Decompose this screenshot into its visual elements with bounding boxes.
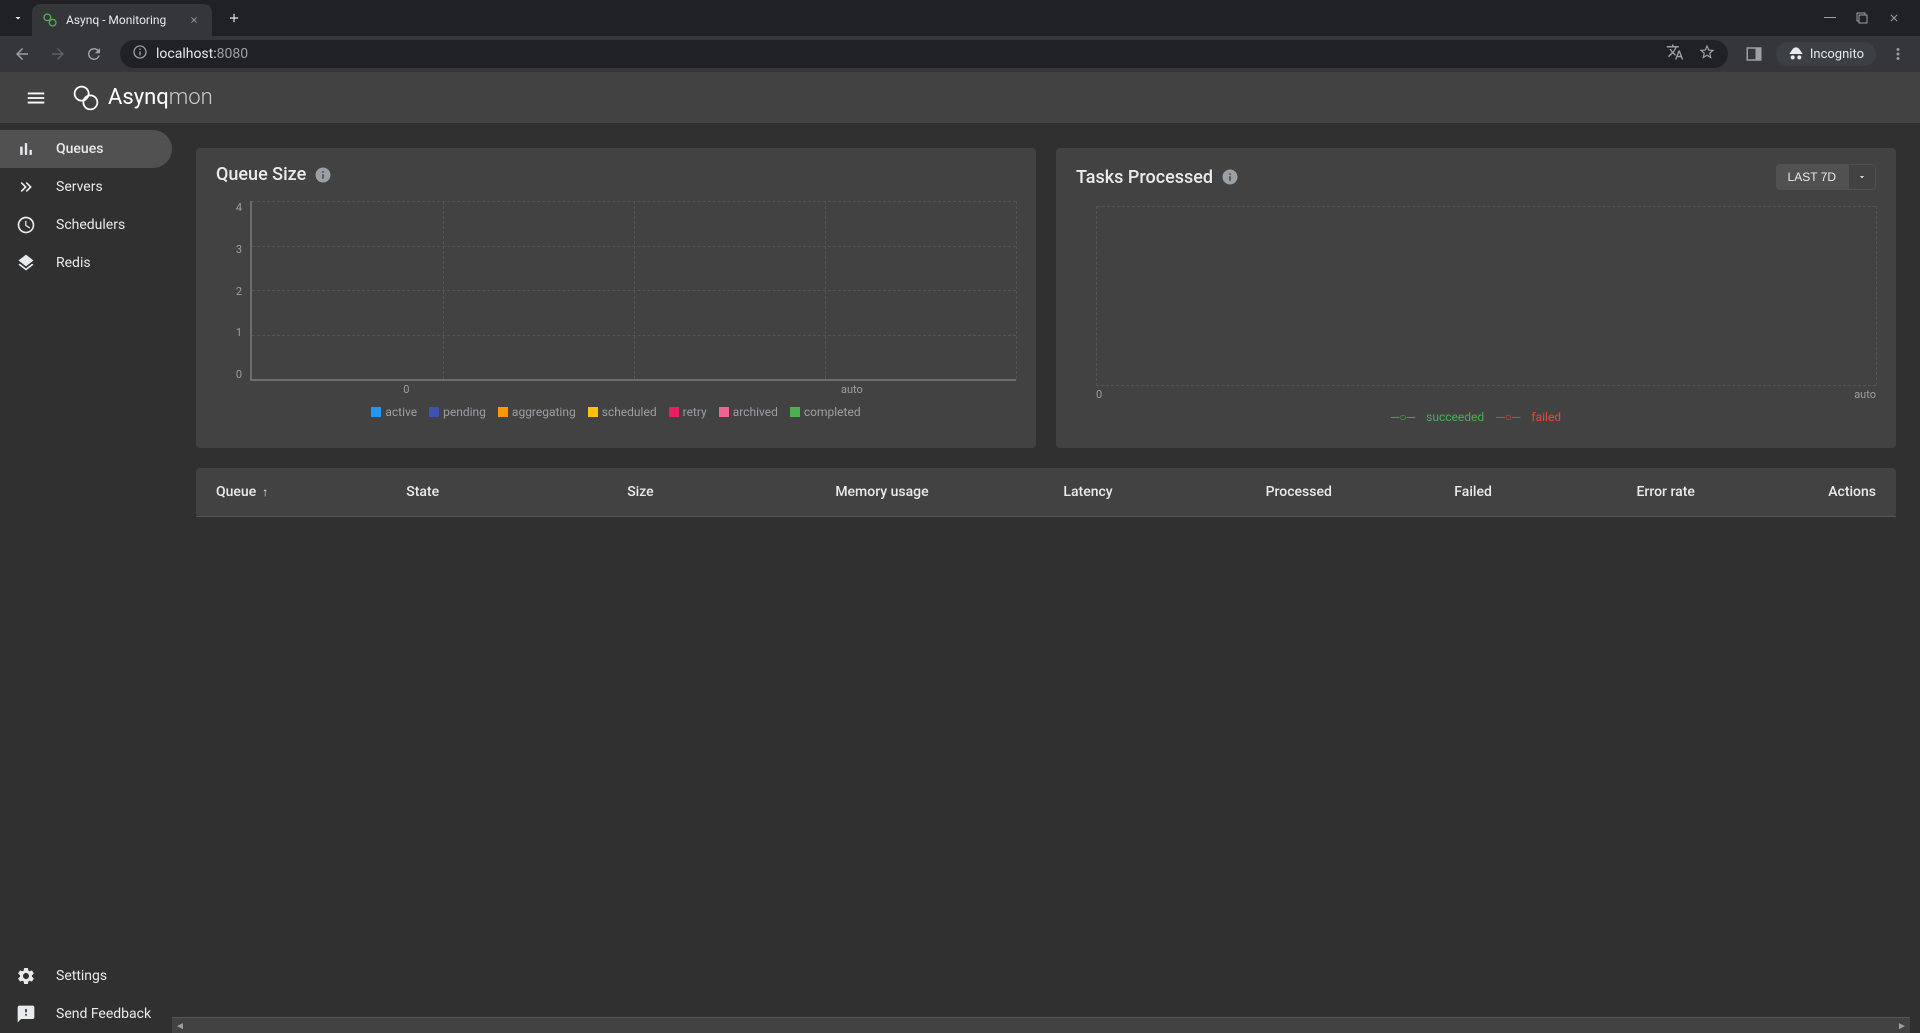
- column-failed[interactable]: Failed: [1352, 468, 1512, 517]
- queues-table-card: Queue↑ State Size Memory usage Latency P…: [196, 468, 1896, 517]
- column-size[interactable]: Size: [537, 468, 674, 517]
- legend-scheduled[interactable]: scheduled: [588, 405, 657, 419]
- sidebar-item-servers[interactable]: Servers: [0, 168, 172, 206]
- close-window-button[interactable]: [1888, 9, 1900, 28]
- sidebar-item-settings[interactable]: Settings: [0, 957, 172, 995]
- scroll-right-arrow[interactable]: ►: [1894, 1018, 1910, 1033]
- close-tab-icon[interactable]: [186, 12, 202, 28]
- scroll-left-arrow[interactable]: ◄: [172, 1018, 188, 1033]
- incognito-badge[interactable]: Incognito: [1776, 42, 1876, 66]
- sidebar-item-redis[interactable]: Redis: [0, 244, 172, 282]
- clock-icon: [16, 215, 36, 235]
- legend-active[interactable]: active: [371, 405, 417, 419]
- info-icon[interactable]: [314, 166, 332, 184]
- legend-retry[interactable]: retry: [669, 405, 707, 419]
- sidebar-item-schedulers[interactable]: Schedulers: [0, 206, 172, 244]
- address-bar[interactable]: localhost:8080: [120, 40, 1728, 68]
- sidebar-label: Schedulers: [56, 217, 125, 233]
- column-memory[interactable]: Memory usage: [674, 468, 949, 517]
- legend-aggregating[interactable]: aggregating: [498, 405, 576, 419]
- asynq-logo-icon: [72, 84, 100, 112]
- tasks-processed-chart: 0 auto: [1076, 206, 1876, 406]
- queue-size-card: Queue Size 4 3 2 1 0: [196, 148, 1036, 448]
- forward-button[interactable]: [44, 40, 72, 68]
- column-queue[interactable]: Queue↑: [196, 468, 386, 517]
- menu-button[interactable]: [16, 78, 56, 118]
- column-latency[interactable]: Latency: [949, 468, 1133, 517]
- info-icon[interactable]: [1221, 168, 1239, 186]
- tasks-processed-card: Tasks Processed LAST 7D: [1056, 148, 1896, 448]
- browser-tab-bar: Asynq - Monitoring: [0, 0, 1920, 36]
- tab-title: Asynq - Monitoring: [66, 13, 178, 27]
- tasks-processed-legend: ─○─ succeeded ─○─ failed: [1076, 410, 1876, 424]
- main-content: Queue Size 4 3 2 1 0: [172, 124, 1920, 1033]
- asynq-favicon: [42, 12, 58, 28]
- queue-size-chart: 4 3 2 1 0: [216, 201, 1016, 401]
- minimize-button[interactable]: [1824, 9, 1836, 28]
- time-range-dropdown[interactable]: [1848, 164, 1876, 190]
- address-bar-row: localhost:8080 Incognito: [0, 36, 1920, 72]
- browser-menu-button[interactable]: [1884, 40, 1912, 68]
- sidebar-label: Settings: [56, 968, 107, 984]
- gear-icon: [16, 966, 36, 986]
- sidebar-label: Servers: [56, 179, 103, 195]
- back-button[interactable]: [8, 40, 36, 68]
- queue-size-legend: active pending aggregating scheduled ret…: [216, 405, 1016, 419]
- side-panel-button[interactable]: [1740, 40, 1768, 68]
- sidebar-label: Queues: [56, 141, 103, 157]
- card-title: Tasks Processed: [1076, 167, 1213, 188]
- feedback-icon: [16, 1004, 36, 1024]
- table-header-row: Queue↑ State Size Memory usage Latency P…: [196, 468, 1896, 517]
- legend-completed[interactable]: completed: [790, 405, 861, 419]
- tab-search-dropdown[interactable]: [8, 8, 28, 28]
- sidebar: Queues Servers Schedulers Redis Setting: [0, 124, 172, 1033]
- column-state[interactable]: State: [386, 468, 536, 517]
- legend-pending[interactable]: pending: [429, 405, 486, 419]
- sidebar-label: Redis: [56, 255, 91, 271]
- sort-asc-icon: ↑: [262, 485, 268, 499]
- legend-archived[interactable]: archived: [719, 405, 778, 419]
- url-text: localhost:8080: [156, 46, 248, 62]
- reload-button[interactable]: [80, 40, 108, 68]
- time-range-button[interactable]: LAST 7D: [1776, 164, 1848, 190]
- legend-succeeded[interactable]: ─○─ succeeded: [1391, 410, 1484, 424]
- horizontal-scrollbar[interactable]: ◄ ►: [172, 1017, 1910, 1033]
- window-controls: [1824, 9, 1912, 28]
- layers-icon: [16, 253, 36, 273]
- sidebar-label: Send Feedback: [56, 1006, 151, 1022]
- app-header: Asynqmon: [0, 72, 1920, 124]
- column-processed[interactable]: Processed: [1133, 468, 1352, 517]
- app-title: Asynqmon: [108, 85, 213, 110]
- bookmark-icon[interactable]: [1698, 43, 1716, 65]
- app-logo[interactable]: Asynqmon: [72, 84, 213, 112]
- sidebar-item-queues[interactable]: Queues: [0, 130, 172, 168]
- sidebar-item-feedback[interactable]: Send Feedback: [0, 995, 172, 1033]
- translate-icon[interactable]: [1666, 43, 1684, 65]
- card-title: Queue Size: [216, 164, 306, 185]
- double-arrow-icon: [16, 177, 36, 197]
- queues-table: Queue↑ State Size Memory usage Latency P…: [196, 468, 1896, 517]
- bar-chart-icon: [16, 139, 36, 159]
- maximize-button[interactable]: [1856, 9, 1868, 28]
- new-tab-button[interactable]: [220, 4, 248, 32]
- chevron-down-icon: [1857, 172, 1867, 182]
- site-info-icon[interactable]: [132, 44, 148, 64]
- legend-failed[interactable]: ─○─ failed: [1496, 410, 1561, 424]
- browser-tab[interactable]: Asynq - Monitoring: [32, 4, 212, 36]
- column-actions: Actions: [1715, 468, 1896, 517]
- column-error-rate[interactable]: Error rate: [1512, 468, 1715, 517]
